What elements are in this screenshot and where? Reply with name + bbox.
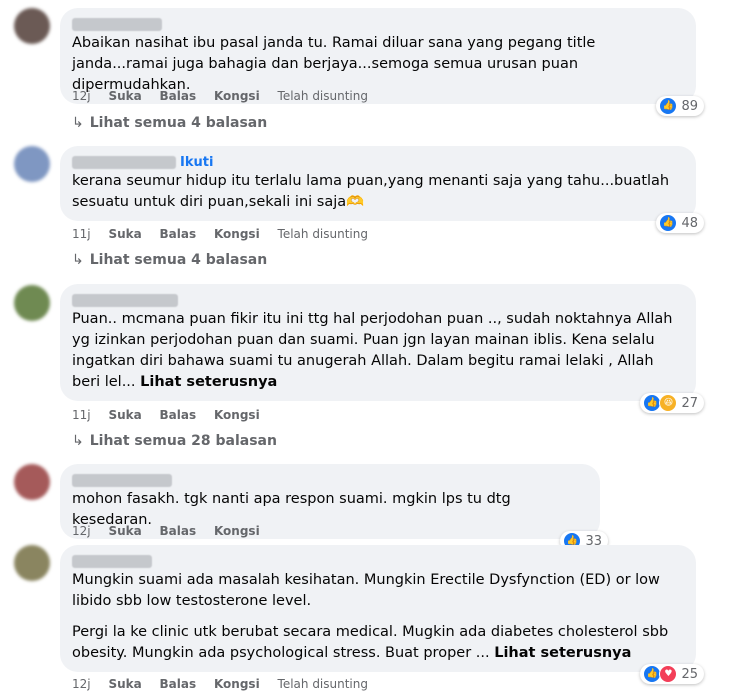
share-button[interactable]: Kongsi: [214, 227, 260, 241]
edited-label: Telah disunting: [277, 227, 368, 241]
reply-arrow-icon: ↳: [72, 115, 84, 131]
reply-arrow-icon: ↳: [72, 433, 84, 449]
comment-actions: 11j Suka Balas Kongsi Telah disunting: [72, 226, 382, 242]
reaction-count: 89: [681, 98, 698, 114]
comment-time[interactable]: 12j: [72, 89, 91, 103]
edited-label: Telah disunting: [277, 89, 368, 103]
like-icon: 👍: [659, 214, 678, 232]
reaction-summary[interactable]: 👍 89: [656, 96, 704, 116]
comment-text: Mungkin suami ada masalah kesihatan. Mun…: [72, 570, 684, 664]
view-replies-label: Lihat semua 4 balasan: [89, 115, 268, 131]
avatar[interactable]: [14, 146, 50, 182]
share-button[interactable]: Kongsi: [214, 677, 260, 691]
follow-button[interactable]: Ikuti: [180, 155, 213, 170]
edited-label: Telah disunting: [277, 677, 368, 691]
like-button[interactable]: Suka: [108, 408, 141, 422]
like-button[interactable]: Suka: [108, 227, 141, 241]
like-button[interactable]: Suka: [108, 524, 141, 538]
commenter-name[interactable]: [72, 156, 176, 169]
reaction-count: 27: [681, 395, 698, 411]
reaction-count: 48: [681, 215, 698, 231]
commenter-name[interactable]: [72, 18, 162, 31]
avatar[interactable]: [14, 285, 50, 321]
reaction-summary[interactable]: 👍 😆 27: [640, 393, 704, 413]
see-more-link[interactable]: Lihat seterusnya: [140, 374, 277, 390]
reply-button[interactable]: Balas: [160, 677, 197, 691]
haha-icon: 😆: [659, 394, 678, 412]
commenter-name[interactable]: [72, 294, 178, 307]
view-replies-link[interactable]: ↳ Lihat semua 4 balasan: [72, 113, 267, 133]
comment-paragraph: Mungkin suami ada masalah kesihatan. Mun…: [72, 572, 660, 609]
reply-button[interactable]: Balas: [160, 89, 197, 103]
comment-bubble: Ikuti kerana seumur hidup itu terlalu la…: [60, 146, 704, 233]
reaction-count: 25: [681, 666, 698, 682]
avatar[interactable]: [14, 545, 50, 581]
love-icon: ♥: [659, 665, 678, 683]
see-more-link[interactable]: Lihat seterusnya: [494, 645, 631, 661]
avatar[interactable]: [14, 8, 50, 44]
comment-bubble: Mungkin suami ada masalah kesihatan. Mun…: [60, 545, 704, 684]
comment-time[interactable]: 11j: [72, 227, 91, 241]
view-replies-link[interactable]: ↳ Lihat semua 28 balasan: [72, 431, 277, 451]
like-button[interactable]: Suka: [108, 89, 141, 103]
view-replies-label: Lihat semua 28 balasan: [89, 433, 277, 449]
share-button[interactable]: Kongsi: [214, 89, 260, 103]
view-replies-link[interactable]: ↳ Lihat semua 4 balasan: [72, 250, 267, 270]
comment-actions: 12j Suka Balas Kongsi Telah disunting: [72, 88, 382, 104]
comment-actions: 11j Suka Balas Kongsi: [72, 407, 274, 423]
comment-text: Abaikan nasihat ibu pasal janda tu. Rama…: [72, 35, 596, 93]
comment-bubble: Puan.. mcmana puan fikir itu ini ttg hal…: [60, 284, 704, 413]
reaction-summary[interactable]: 👍 48: [656, 213, 704, 233]
heart-hands-emoji: 🫶: [346, 194, 365, 210]
share-button[interactable]: Kongsi: [214, 524, 260, 538]
like-button[interactable]: Suka: [108, 677, 141, 691]
comment-text: kerana seumur hidup itu terlalu lama pua…: [72, 171, 684, 213]
reaction-summary[interactable]: 👍 ♥ 25: [640, 664, 704, 684]
comment-text: Puan.. mcmana puan fikir itu ini ttg hal…: [72, 309, 684, 393]
comment-time[interactable]: 12j: [72, 524, 91, 538]
comment-text-body: kerana seumur hidup itu terlalu lama pua…: [72, 173, 670, 210]
reply-arrow-icon: ↳: [72, 252, 84, 268]
avatar[interactable]: [14, 464, 50, 500]
like-icon: 👍: [659, 97, 678, 115]
reply-button[interactable]: Balas: [160, 524, 197, 538]
reply-button[interactable]: Balas: [160, 408, 197, 422]
commenter-name[interactable]: [72, 555, 152, 568]
view-replies-label: Lihat semua 4 balasan: [89, 252, 268, 268]
share-button[interactable]: Kongsi: [214, 408, 260, 422]
comment-time[interactable]: 11j: [72, 408, 91, 422]
commenter-name[interactable]: [72, 474, 172, 487]
comment-time[interactable]: 12j: [72, 677, 91, 691]
comment-actions: 12j Suka Balas Kongsi: [72, 523, 274, 539]
reply-button[interactable]: Balas: [160, 227, 197, 241]
